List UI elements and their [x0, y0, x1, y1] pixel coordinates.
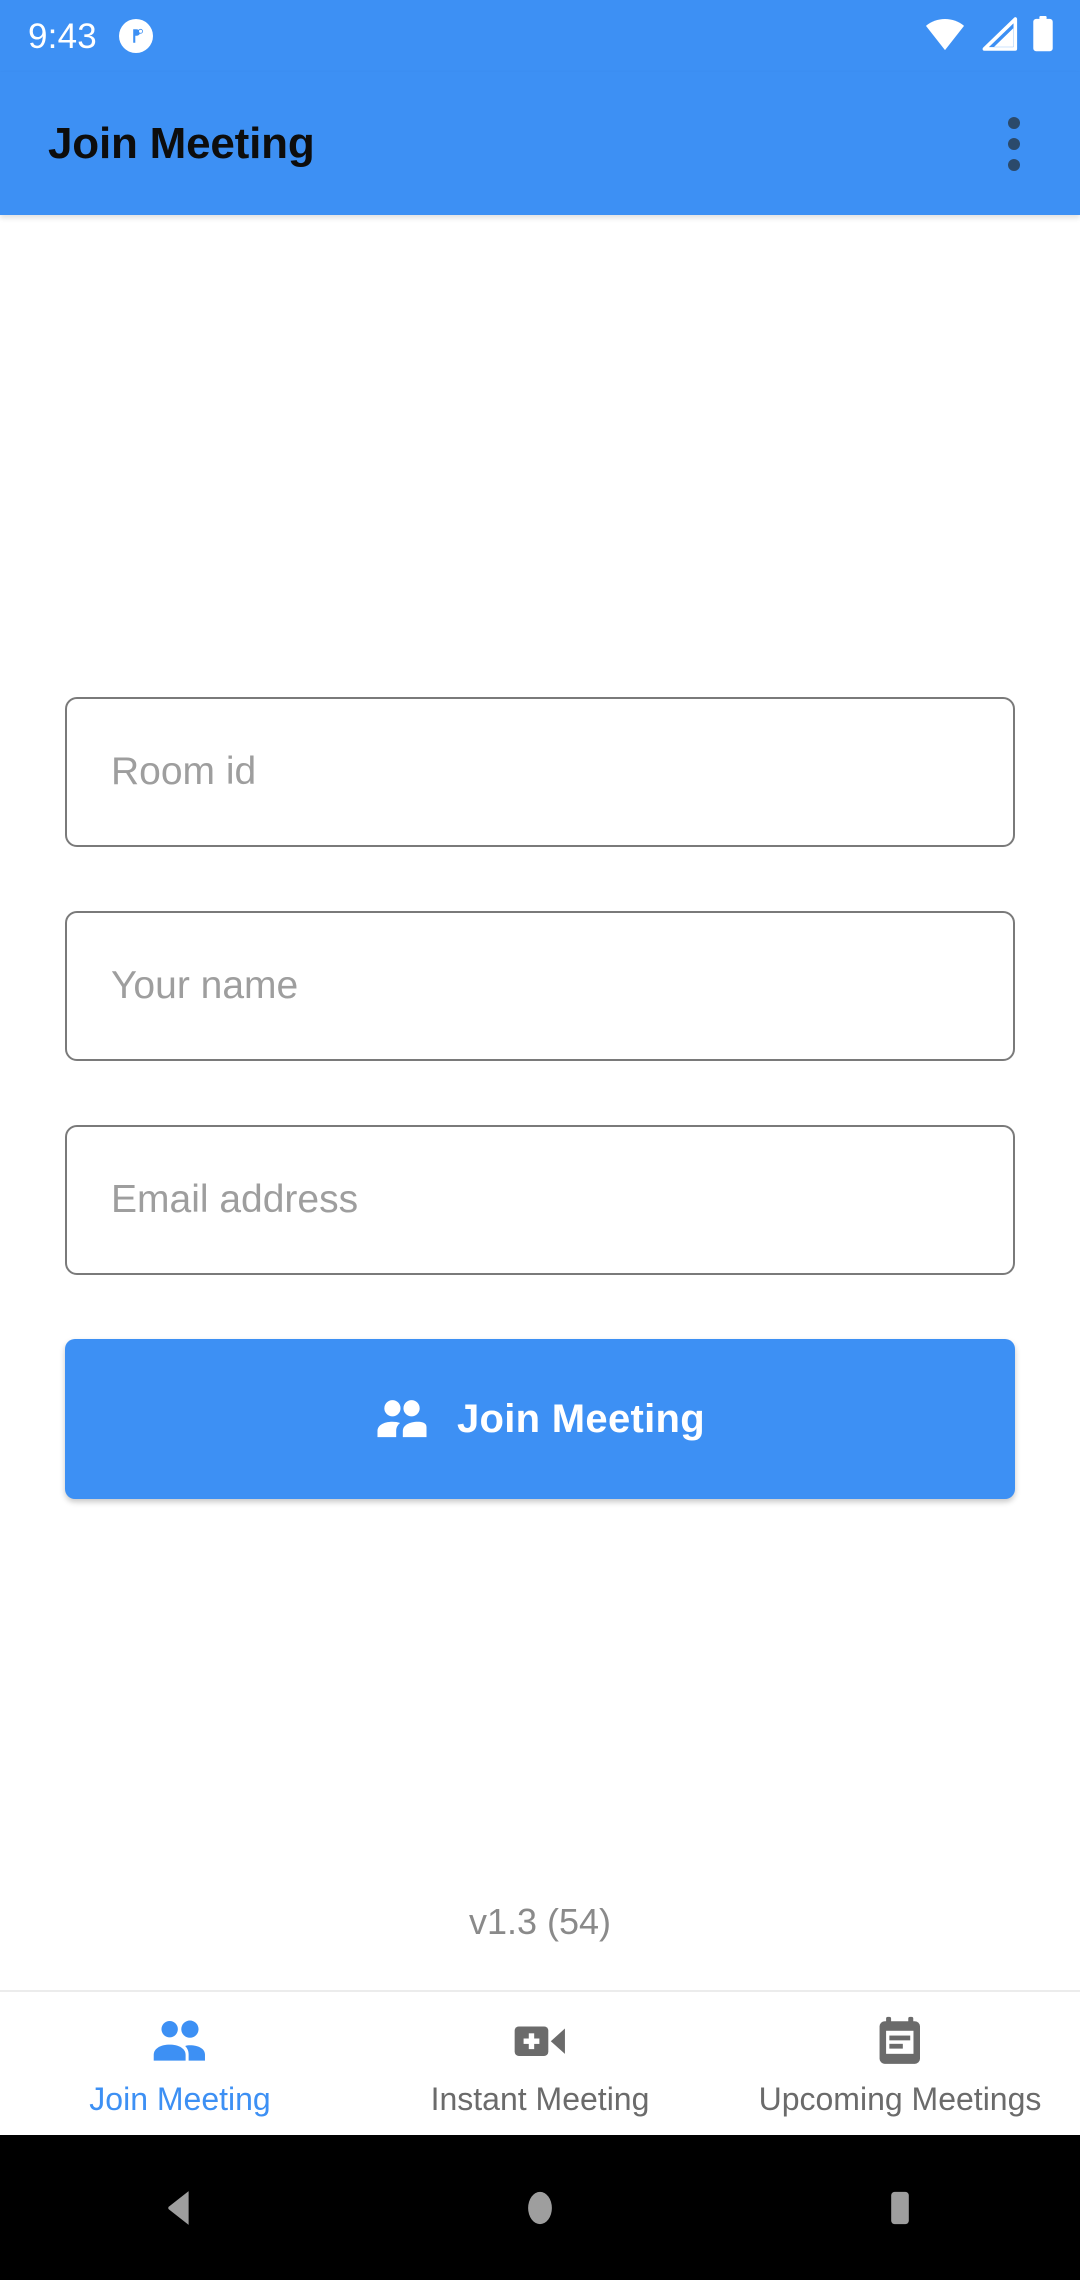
- nav-tab-label: Join Meeting: [89, 2080, 271, 2117]
- more-vert-icon[interactable]: [978, 108, 1050, 180]
- nav-tab-label: Upcoming Meetings: [758, 2080, 1042, 2117]
- video-call-add-icon: [513, 2013, 567, 2069]
- app-notification-icon: [118, 19, 153, 53]
- room-id-input[interactable]: [65, 697, 1015, 847]
- join-meeting-button-label: Join Meeting: [456, 1396, 706, 1441]
- status-bar-system-icons: [924, 15, 1054, 57]
- main-content: Join Meeting v1.3 (54): [0, 215, 1080, 1990]
- people-icon: [152, 2013, 208, 2069]
- calendar-event-icon: [876, 2013, 924, 2069]
- nav-tab-instant-meeting[interactable]: Instant Meeting: [360, 1992, 720, 2135]
- back-triangle-icon[interactable]: [105, 2135, 255, 2280]
- join-meeting-button[interactable]: Join Meeting: [65, 1339, 1015, 1499]
- app-bar: Join Meeting: [0, 72, 1080, 215]
- recents-square-icon[interactable]: [825, 2135, 975, 2280]
- home-circle-icon[interactable]: [465, 2135, 615, 2280]
- battery-full-icon: [1032, 15, 1054, 57]
- wifi-full-icon: [924, 17, 966, 56]
- people-icon: [375, 1397, 429, 1442]
- status-bar-clock: 9:43: [28, 16, 97, 56]
- status-bar: 9:43: [0, 0, 1080, 72]
- nav-tab-join-meeting[interactable]: Join Meeting: [0, 1992, 360, 2135]
- nav-tab-upcoming-meetings[interactable]: Upcoming Meetings: [720, 1992, 1080, 2135]
- overflow-dot: [1008, 137, 1020, 150]
- overflow-dot: [1008, 116, 1020, 129]
- app-version-label: v1.3 (54): [468, 1901, 612, 1942]
- nav-tab-label: Instant Meeting: [430, 2080, 650, 2117]
- android-system-navigation: [0, 2135, 1080, 2280]
- page-title: Join Meeting: [48, 118, 315, 168]
- app-screen: 9:43 Join Meeting Room id Your name Emai…: [0, 0, 1080, 2280]
- cellular-signal-icon: [979, 16, 1019, 56]
- overflow-dot: [1008, 158, 1020, 171]
- email-address-input[interactable]: [65, 1125, 1015, 1275]
- join-meeting-form: Join Meeting: [65, 697, 1015, 1499]
- status-bar-notifications: [118, 19, 153, 53]
- bottom-navigation: Join Meeting Instant Meeting Upcoming Me…: [0, 1990, 1080, 2135]
- your-name-input[interactable]: [65, 911, 1015, 1061]
